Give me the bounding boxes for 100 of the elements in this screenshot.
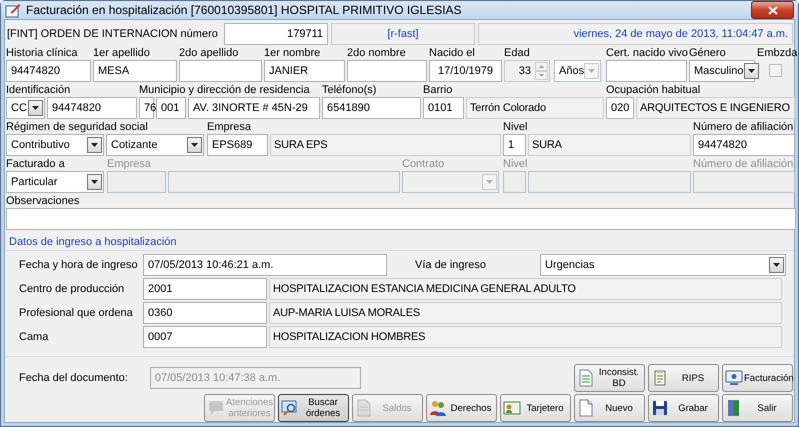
- pencil-form-icon: [5, 2, 21, 18]
- toolbar-button[interactable]: Nuevo: [574, 394, 645, 422]
- order-label: [FINT] ORDEN DE INTERNACION número: [6, 28, 219, 40]
- section-title: Datos de ingreso a hospitalización: [8, 235, 178, 249]
- document-icon: [577, 369, 595, 387]
- date-field[interactable]: 17/10/1979: [429, 60, 502, 82]
- speech-bubble-icon: [207, 399, 225, 417]
- input-field[interactable]: JANIER: [264, 60, 345, 82]
- display-field[interactable]: Terrón Colorado: [466, 97, 604, 119]
- document-icon: [577, 399, 595, 417]
- dropdown[interactable]: Particular: [6, 171, 104, 193]
- field-label: Facturado a: [6, 158, 65, 171]
- dropdown[interactable]: Contributivo: [6, 134, 104, 156]
- field-label: Fecha del documento:: [19, 372, 128, 384]
- close-icon: [768, 6, 778, 14]
- field-label: Género: [689, 47, 726, 60]
- field-label: 1er nombre: [264, 47, 320, 60]
- input-field[interactable]: 1: [503, 134, 526, 156]
- field-label: Nacido el: [429, 47, 475, 60]
- field-label: Número de afiliación: [693, 121, 794, 134]
- field-label: Empresa: [107, 158, 152, 171]
- input-field[interactable]: [347, 60, 427, 82]
- field-label: Teléfono(s): [322, 84, 376, 97]
- document-icon: [355, 399, 373, 417]
- field-label: Municipio y dirección de residencia: [139, 84, 310, 97]
- display-field[interactable]: HOSPITALIZACION ESTANCIA MEDICINA GENERAL ADULTO: [269, 278, 782, 300]
- caret-icon: [91, 143, 98, 147]
- input-field[interactable]: 94474820: [6, 60, 91, 82]
- input-field[interactable]: 6541890: [322, 97, 421, 119]
- card-icon: [503, 399, 521, 417]
- field-label: 2do nombre: [347, 47, 406, 60]
- input-field[interactable]: 76: [139, 97, 154, 119]
- input-field[interactable]: 94474820: [693, 134, 795, 156]
- caret-icon: [773, 263, 780, 267]
- field-label: Barrio: [423, 84, 452, 97]
- monitor-icon: [725, 369, 743, 387]
- save-icon: [651, 399, 669, 417]
- field-label: 2do apellido: [179, 47, 238, 60]
- display-field[interactable]: AUP-MARIA LUISA MORALES: [269, 302, 782, 324]
- field-label: Historia clínica: [6, 47, 78, 60]
- input-field[interactable]: 94474820: [47, 97, 137, 119]
- toolbar-button[interactable]: RIPS: [648, 364, 719, 392]
- dropdown[interactable]: Cotizante: [106, 134, 204, 156]
- input-field[interactable]: [6, 208, 796, 230]
- field-label: Empresa: [207, 121, 252, 134]
- field-label: Vía de ingreso: [415, 259, 487, 271]
- display-field[interactable]: HOSPITALIZACION HOMBRES: [269, 326, 782, 348]
- field-label: Cama: [19, 331, 50, 343]
- field-label: Edad: [504, 47, 530, 60]
- search-icon: [281, 399, 299, 417]
- input-field[interactable]: 001: [156, 97, 186, 119]
- display-field[interactable]: SURA: [528, 134, 691, 156]
- dropdown[interactable]: Urgencias: [540, 254, 786, 276]
- field-label: Régimen de seguridad social: [6, 121, 148, 134]
- close-button[interactable]: [751, 1, 794, 19]
- field-label: Nivel: [503, 121, 528, 134]
- window-title: Facturación en hospitalización [760010395801] HOSPITAL PRIMITIVO IGLESIAS: [26, 3, 463, 17]
- field-label: Profesional que ordena: [19, 307, 134, 319]
- input-field[interactable]: MESA: [93, 60, 177, 82]
- toolbar-button[interactable]: Facturación: [722, 364, 793, 392]
- toolbar-button[interactable]: Salir: [722, 394, 793, 422]
- toolbar-button[interactable]: Tarjetero: [500, 394, 571, 422]
- field-label: Número de afiliación: [693, 158, 794, 171]
- input-field[interactable]: [606, 60, 687, 82]
- toolbar-button[interactable]: Derechos: [426, 394, 497, 422]
- caret-icon: [748, 69, 755, 73]
- input-field[interactable]: EPS689: [207, 134, 268, 156]
- datetime-display: viernes, 24 de mayo de 2013, 11:04:47 a.m.: [478, 23, 793, 45]
- order-number-field[interactable]: 179711: [224, 23, 328, 45]
- caret-icon: [32, 106, 39, 110]
- input-field[interactable]: 020: [606, 97, 634, 119]
- input-field[interactable]: 2001: [143, 278, 267, 300]
- field-label: Contrato: [402, 158, 444, 171]
- input-field[interactable]: 0007: [143, 326, 267, 348]
- field-label: Ocupación habitual: [606, 84, 700, 97]
- field-label: Embzda: [757, 47, 798, 60]
- caret-icon: [486, 180, 493, 184]
- toolbar-button[interactable]: Inconsist. BD: [574, 364, 645, 392]
- caret-icon: [191, 143, 198, 147]
- field-label: Centro de producción: [19, 283, 126, 295]
- field-label: Cert. nacido vivo: [606, 47, 688, 60]
- field-label: Identificación: [6, 84, 70, 97]
- input-field[interactable]: [179, 60, 262, 82]
- display-field[interactable]: ARQUITECTOS E INGENIERO: [636, 97, 795, 119]
- people-icon: [429, 399, 447, 417]
- field-label: Nivel: [503, 158, 528, 171]
- field-label: Fecha y hora de ingreso: [19, 259, 139, 271]
- dropdown[interactable]: CC: [6, 97, 45, 119]
- input-field[interactable]: 07/05/2013 10:46:21 a.m.: [143, 254, 387, 276]
- field-label: Observaciones: [6, 195, 80, 208]
- input-field[interactable]: 0360: [143, 302, 267, 324]
- toolbar-button[interactable]: Grabar: [648, 394, 719, 422]
- toolbar-button[interactable]: Buscar órdenes: [278, 394, 349, 422]
- input-field[interactable]: AV. 3INORTE # 45N-29: [188, 97, 320, 119]
- caret-icon: [91, 180, 98, 184]
- field-label: 1er apellido: [93, 47, 150, 60]
- mode-display: [r-fast]: [331, 23, 475, 45]
- caret-icon: [588, 69, 596, 73]
- input-field[interactable]: 0101: [423, 97, 464, 119]
- display-field[interactable]: SURA EPS: [270, 134, 501, 156]
